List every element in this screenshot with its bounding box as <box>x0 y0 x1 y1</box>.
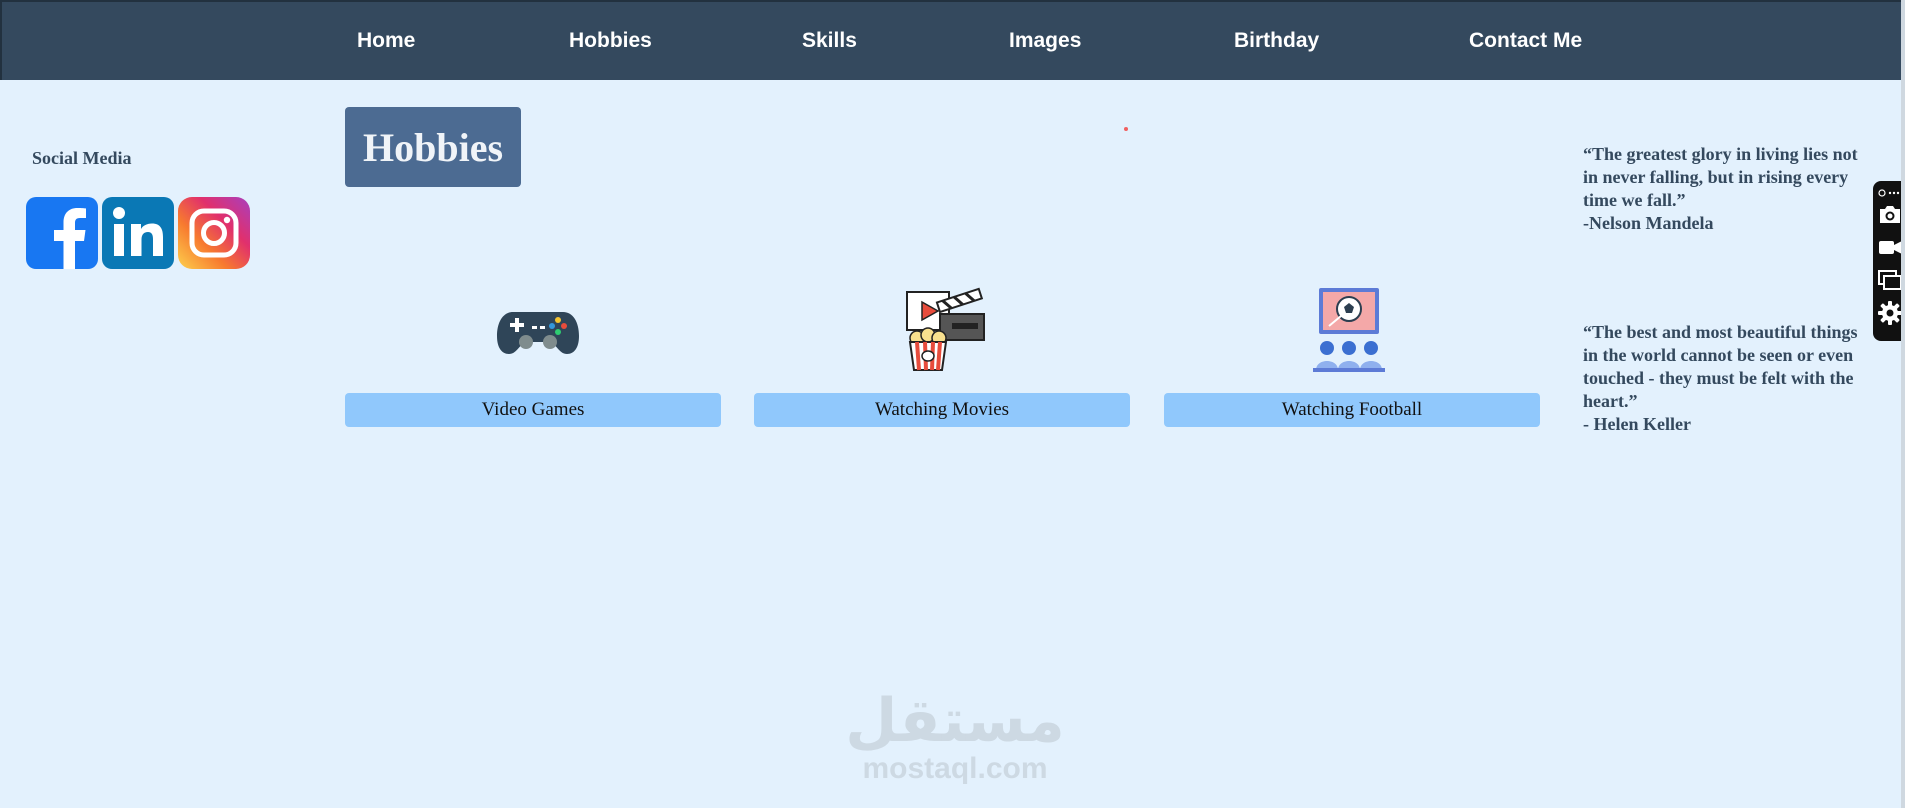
more-options-icon[interactable] <box>1878 185 1902 197</box>
nav-link-images[interactable]: Images <box>1009 29 1081 53</box>
mostaql-watermark: مستقل mostaql.com <box>840 690 1070 786</box>
window-capture-icon[interactable] <box>1877 267 1903 293</box>
instagram-icon[interactable] <box>178 197 250 269</box>
watermark-arabic-text: مستقل <box>845 686 1065 756</box>
quote-block: “The greatest glory in living lies not i… <box>1583 143 1873 235</box>
top-navbar: Home Hobbies Skills Images Birthday Cont… <box>0 0 1905 80</box>
facebook-icon[interactable] <box>26 197 98 269</box>
nav-link-contact-me[interactable]: Contact Me <box>1469 29 1582 53</box>
hobby-label-video-games: Video Games <box>345 393 721 427</box>
quote-author: -Nelson Mandela <box>1583 213 1714 233</box>
nav-link-hobbies[interactable]: Hobbies <box>569 29 652 53</box>
social-media-heading: Social Media <box>32 148 132 168</box>
hobby-label-watching-football: Watching Football <box>1164 393 1540 427</box>
gamepad-icon <box>495 286 581 372</box>
quote-text: “The greatest glory in living lies not i… <box>1583 144 1858 210</box>
movie-popcorn-icon <box>902 286 988 372</box>
watermark-latin-text: mostaql.com <box>862 752 1048 785</box>
video-camera-icon[interactable] <box>1877 234 1903 260</box>
camera-icon[interactable] <box>1877 201 1903 227</box>
quote-block: “The best and most beautiful things in t… <box>1583 321 1873 436</box>
quote-text: “The best and most beautiful things in t… <box>1583 322 1858 411</box>
nav-link-home[interactable]: Home <box>357 29 415 53</box>
linkedin-icon[interactable] <box>102 197 174 269</box>
hobby-label-watching-movies: Watching Movies <box>754 393 1130 427</box>
scrollbar[interactable] <box>1901 0 1905 808</box>
red-dot-marker <box>1124 127 1128 131</box>
nav-link-skills[interactable]: Skills <box>802 29 857 53</box>
football-screen-icon <box>1311 286 1397 372</box>
gear-icon[interactable] <box>1877 300 1903 326</box>
quote-author: - Helen Keller <box>1583 414 1691 434</box>
nav-link-birthday[interactable]: Birthday <box>1234 29 1319 53</box>
page-title: Hobbies <box>345 107 521 187</box>
